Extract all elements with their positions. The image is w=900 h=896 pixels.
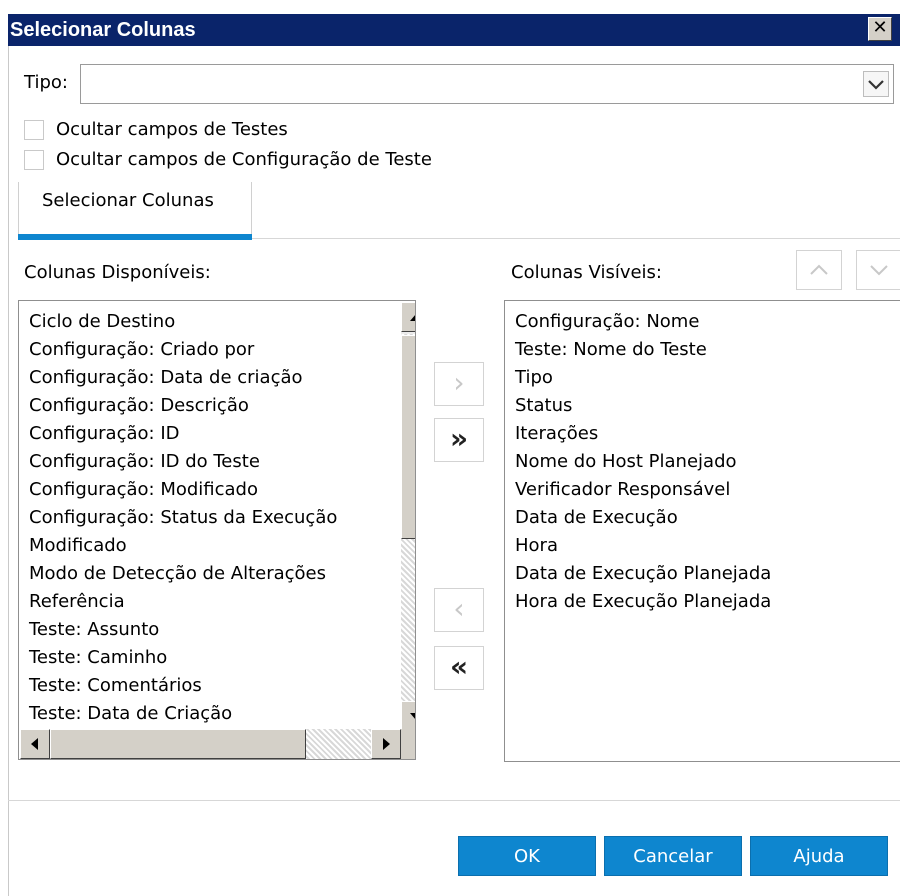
list-item[interactable]: Referência <box>29 588 125 616</box>
hide-test-fields-label: Ocultar campos de Testes <box>56 119 288 140</box>
list-item[interactable]: Hora de Execução Planejada <box>515 588 771 616</box>
scrollbar-thumb[interactable] <box>401 335 415 539</box>
list-item[interactable]: Teste: Nome do Teste <box>515 336 707 364</box>
double-chevron-left-icon: « <box>449 650 469 683</box>
chevron-down-icon <box>870 265 888 276</box>
arrow-up-icon <box>410 315 415 321</box>
scroll-left-button[interactable] <box>20 729 50 759</box>
hide-test-fields-checkbox[interactable] <box>24 120 44 140</box>
dialog-title-bar: Selecionar Colunas <box>8 14 900 46</box>
scroll-up-button[interactable] <box>401 302 415 332</box>
scroll-down-button[interactable] <box>401 701 415 731</box>
tab-active-indicator <box>18 234 252 240</box>
chevron-down-icon[interactable] <box>863 71 889 97</box>
add-selected-button[interactable]: › <box>434 362 484 406</box>
list-item[interactable]: Configuração: ID do Teste <box>29 448 260 476</box>
list-item[interactable]: Configuração: Status da Execução <box>29 504 337 532</box>
remove-all-button[interactable]: « <box>434 646 484 690</box>
list-item[interactable]: Hora <box>515 532 558 560</box>
chevron-left-icon: ‹ <box>453 592 465 625</box>
list-item[interactable]: Modo de Detecção de Alterações <box>29 560 326 588</box>
double-chevron-right-icon: » <box>449 422 469 455</box>
list-item[interactable]: Teste: Caminho <box>29 644 167 672</box>
tab-select-columns-label: Selecionar Colunas <box>42 190 214 211</box>
list-item[interactable]: Configuração: Modificado <box>29 476 258 504</box>
close-icon: ✕ <box>872 17 888 38</box>
list-item[interactable]: Configuração: Descrição <box>29 392 249 420</box>
dialog-title: Selecionar Colunas <box>10 19 196 41</box>
list-item[interactable]: Modificado <box>29 532 127 560</box>
list-item[interactable]: Data de Execução Planejada <box>515 560 771 588</box>
arrow-left-icon <box>31 738 38 750</box>
list-item[interactable]: Teste: Assunto <box>29 616 159 644</box>
dialog-border <box>8 14 9 896</box>
list-item[interactable]: Verificador Responsável <box>515 476 730 504</box>
list-item[interactable]: Ciclo de Destino <box>29 308 175 336</box>
list-item[interactable]: Tipo <box>515 364 553 392</box>
horizontal-scrollbar[interactable] <box>20 729 401 759</box>
list-item[interactable]: Iterações <box>515 420 598 448</box>
ok-button[interactable]: OK <box>458 836 596 876</box>
arrow-right-icon <box>383 738 390 750</box>
move-down-button[interactable] <box>856 250 900 290</box>
footer-divider <box>8 800 900 801</box>
list-item[interactable]: Configuração: Data de criação <box>29 364 303 392</box>
scroll-right-button[interactable] <box>371 729 401 759</box>
visible-columns-label: Colunas Visíveis: <box>511 262 662 283</box>
visible-columns-list[interactable]: Configuração: Nome Teste: Nome do Teste … <box>504 300 900 762</box>
vertical-scrollbar[interactable] <box>401 302 415 732</box>
list-item[interactable]: Configuração: Criado por <box>29 336 254 364</box>
tab-divider <box>252 238 900 239</box>
close-button[interactable]: ✕ <box>868 17 892 41</box>
help-button[interactable]: Ajuda <box>750 836 888 876</box>
arrow-down-icon <box>410 713 415 719</box>
list-item[interactable]: Status <box>515 392 572 420</box>
tipo-select[interactable] <box>80 64 894 104</box>
remove-selected-button[interactable]: ‹ <box>434 588 484 632</box>
add-all-button[interactable]: » <box>434 418 484 462</box>
tipo-label: Tipo: <box>24 72 68 93</box>
available-columns-label: Colunas Disponíveis: <box>24 262 211 283</box>
list-item[interactable]: Nome do Host Planejado <box>515 448 737 476</box>
scrollbar-corner <box>401 729 415 759</box>
hide-config-fields-checkbox[interactable] <box>24 150 44 170</box>
scrollbar-thumb[interactable] <box>50 729 306 759</box>
list-item[interactable]: Data de Execução <box>515 504 678 532</box>
list-item[interactable]: Configuração: Nome <box>515 308 699 336</box>
list-item[interactable]: Teste: Comentários <box>29 672 202 700</box>
cancel-button[interactable]: Cancelar <box>604 836 742 876</box>
chevron-up-icon <box>810 264 828 275</box>
available-columns-list[interactable]: Ciclo de Destino Configuração: Criado po… <box>18 300 416 760</box>
move-up-button[interactable] <box>796 250 842 290</box>
list-item[interactable]: Configuração: ID <box>29 420 180 448</box>
chevron-right-icon: › <box>453 366 465 399</box>
list-item[interactable]: Teste: Data de Criação <box>29 700 232 728</box>
hide-config-fields-label: Ocultar campos de Configuração de Teste <box>56 149 432 170</box>
